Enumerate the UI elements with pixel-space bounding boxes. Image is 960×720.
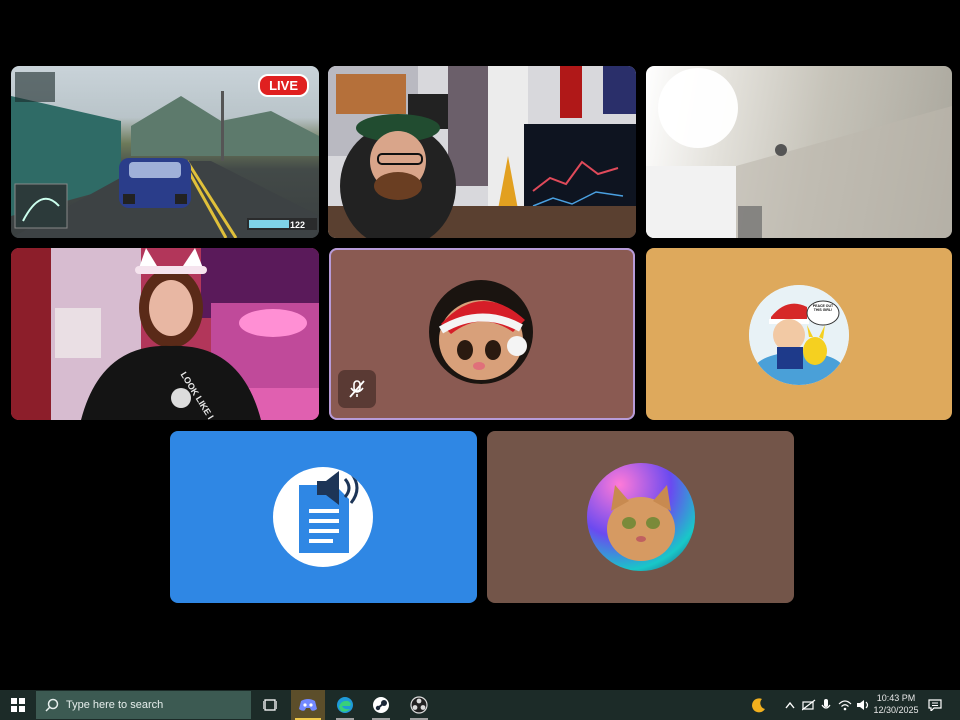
document-speaker-icon bbox=[299, 471, 359, 553]
tray-wifi[interactable] bbox=[836, 690, 854, 720]
avatar-tile-cat-santa[interactable] bbox=[329, 248, 635, 420]
mute-indicator bbox=[338, 370, 376, 408]
network-icon bbox=[802, 699, 816, 711]
bedroom-scene bbox=[11, 248, 319, 420]
ash-pikachu-image bbox=[749, 285, 849, 385]
tray-overflow-button[interactable] bbox=[782, 690, 798, 720]
speech-bubble-text: PEACE OUT THIS GIRL! bbox=[812, 304, 834, 312]
search-placeholder: Type here to search bbox=[66, 699, 164, 711]
video-tile-streamer-bedroom[interactable]: LOOK LIKE I CA bbox=[11, 248, 319, 420]
rainbow-cat-image bbox=[607, 485, 675, 561]
edge-icon bbox=[337, 697, 353, 713]
taskbar-app-steam[interactable] bbox=[366, 690, 396, 720]
taskbar-app-edge[interactable] bbox=[330, 690, 360, 720]
avatar-tile-rainbow-cat[interactable] bbox=[487, 431, 794, 603]
tray-network-off[interactable] bbox=[800, 690, 818, 720]
mic-muted-icon bbox=[349, 380, 365, 398]
ash-avatar: PEACE OUT THIS GIRL! bbox=[749, 285, 849, 385]
moon-icon bbox=[752, 698, 765, 713]
microphone-icon bbox=[821, 699, 831, 709]
avatar-tile-ash[interactable]: PEACE OUT THIS GIRL! bbox=[646, 248, 952, 420]
taskbar-app-obs[interactable] bbox=[404, 690, 434, 720]
live-badge: LIVE bbox=[258, 74, 309, 97]
clock-time: 10:43 PM bbox=[876, 693, 916, 703]
start-button[interactable] bbox=[0, 690, 36, 720]
avatar-tile-tts-bot[interactable] bbox=[170, 431, 477, 603]
windows-taskbar: Type here to search 10:43 PM 12/30/2025 bbox=[0, 690, 960, 720]
discord-icon bbox=[299, 699, 317, 711]
obs-icon bbox=[410, 696, 428, 714]
cat-santa-image bbox=[438, 300, 527, 384]
tray-microphone[interactable] bbox=[818, 690, 834, 720]
speed-readout: 122 bbox=[289, 220, 305, 230]
taskbar-app-discord[interactable] bbox=[291, 690, 325, 720]
tray-moon-app[interactable] bbox=[748, 690, 770, 720]
steam-icon bbox=[373, 697, 389, 713]
search-icon bbox=[45, 698, 59, 712]
taskbar-search-box[interactable]: Type here to search bbox=[36, 691, 251, 719]
chevron-up-icon bbox=[785, 701, 795, 709]
volume-icon bbox=[857, 700, 869, 710]
notification-icon bbox=[928, 699, 942, 711]
action-center-button[interactable] bbox=[924, 690, 946, 720]
video-tile-race-game[interactable]: LIVE 122 bbox=[11, 66, 319, 238]
task-view-button[interactable] bbox=[256, 690, 284, 720]
tts-bot-avatar bbox=[273, 467, 373, 567]
wifi-icon bbox=[838, 700, 852, 711]
cat-santa-avatar bbox=[429, 280, 533, 384]
clock-date: 12/30/2025 bbox=[873, 705, 919, 715]
rainbow-cat-avatar bbox=[587, 463, 695, 571]
tray-clock[interactable]: 10:43 PM 12/30/2025 bbox=[872, 693, 920, 719]
tray-volume[interactable] bbox=[854, 690, 872, 720]
ceiling-scene bbox=[646, 68, 952, 238]
office-scene bbox=[328, 66, 636, 238]
video-tile-streamer-office[interactable] bbox=[328, 66, 636, 238]
windows-logo-icon bbox=[11, 698, 25, 712]
task-view-icon bbox=[263, 699, 277, 711]
video-tile-camera-ceiling[interactable] bbox=[646, 66, 952, 238]
